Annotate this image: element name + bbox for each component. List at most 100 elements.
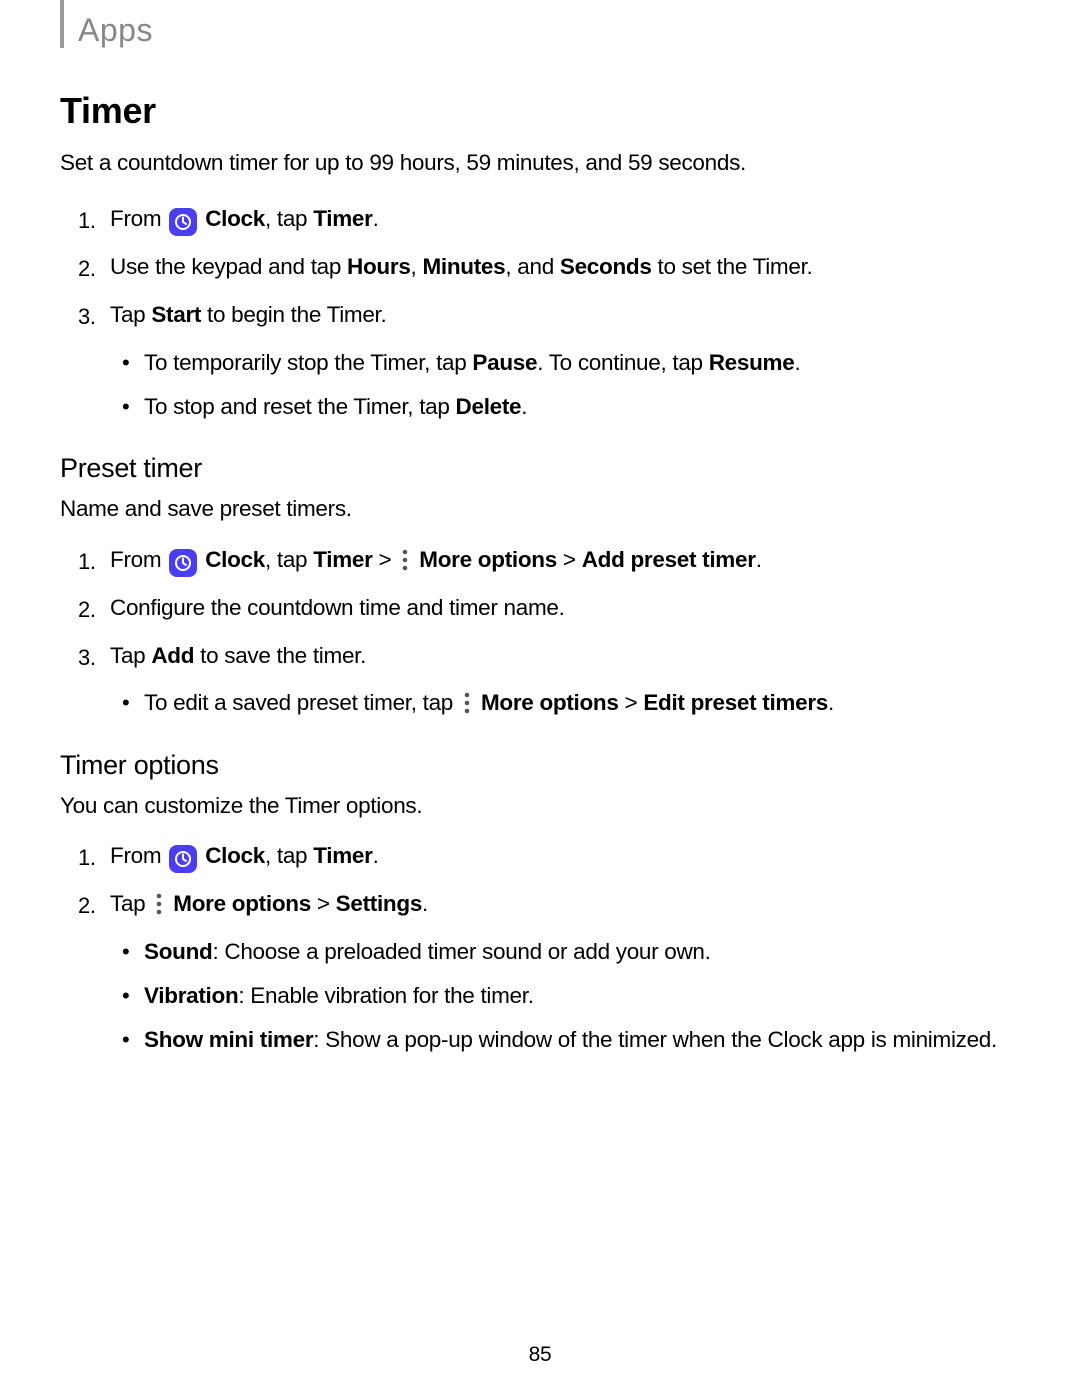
sound-label: Sound [144, 939, 212, 964]
timer-label: Timer [313, 206, 372, 231]
bullet-text: To temporarily stop the Timer, tap [144, 350, 472, 375]
step-number: 3. [78, 300, 96, 333]
step-text: Tap [110, 891, 151, 916]
options-step-1: 1. From Clock, tap Timer. [110, 839, 1020, 873]
step-text: > [311, 891, 336, 916]
section-intro: Set a countdown timer for up to 99 hours… [60, 148, 1020, 178]
add-preset-label: Add preset timer [582, 547, 756, 572]
start-label: Start [151, 302, 201, 327]
step-text: . [756, 547, 762, 572]
bullet-text: . [521, 394, 527, 419]
page-header: Apps [60, 0, 1020, 52]
preset-bullets: To edit a saved preset timer, tap More o… [110, 686, 1020, 720]
options-step-2: 2. Tap More options > Settings. Sound: C… [110, 887, 1020, 1056]
bullet-mini-timer: Show mini timer: Show a pop-up window of… [144, 1023, 1020, 1057]
more-options-icon [460, 690, 474, 716]
step-text: . [373, 206, 379, 231]
step-text: From [110, 843, 167, 868]
step-text: , tap [265, 206, 313, 231]
resume-label: Resume [709, 350, 795, 375]
step-text: > [557, 547, 582, 572]
options-bullets: Sound: Choose a preloaded timer sound or… [110, 935, 1020, 1056]
bullet-text: > [619, 690, 644, 715]
step-text: , tap [265, 843, 313, 868]
hours-label: Hours [347, 254, 411, 279]
more-options-label: More options [481, 690, 619, 715]
step-number: 2. [78, 889, 96, 922]
options-intro: You can customize the Timer options. [60, 791, 1020, 821]
document-page: Apps Timer Set a countdown timer for up … [0, 0, 1080, 1397]
bullet-pause: To temporarily stop the Timer, tap Pause… [144, 346, 1020, 380]
step-text: From [110, 547, 167, 572]
clock-label: Clock [205, 547, 265, 572]
header-divider [60, 0, 64, 48]
bullet-vibration: Vibration: Enable vibration for the time… [144, 979, 1020, 1013]
preset-step-2: 2. Configure the countdown time and time… [110, 591, 1020, 625]
options-steps: 1. From Clock, tap Timer. 2. Tap More op… [60, 839, 1020, 1056]
bullet-delete: To stop and reset the Timer, tap Delete. [144, 390, 1020, 424]
step-text: > [373, 547, 398, 572]
bullet-text: : Choose a preloaded timer sound or add … [212, 939, 710, 964]
preset-intro: Name and save preset timers. [60, 494, 1020, 524]
bullet-text: : Enable vibration for the timer. [238, 983, 533, 1008]
step-number: 3. [78, 641, 96, 674]
bullet-edit-preset: To edit a saved preset timer, tap More o… [144, 686, 1020, 720]
bullet-text: To stop and reset the Timer, tap [144, 394, 456, 419]
more-options-icon [152, 891, 166, 917]
seconds-label: Seconds [560, 254, 652, 279]
step-number: 2. [78, 252, 96, 285]
more-options-label: More options [173, 891, 311, 916]
step-3: 3. Tap Start to begin the Timer. To temp… [110, 298, 1020, 423]
subheading-timer-options: Timer options [60, 750, 1020, 781]
more-options-icon [398, 547, 412, 573]
timer-label: Timer [313, 547, 372, 572]
page-number: 85 [0, 1343, 1080, 1367]
timer-label: Timer [313, 843, 372, 868]
bullet-text: To edit a saved preset timer, tap [144, 690, 459, 715]
preset-steps: 1. From Clock, tap Timer > More options … [60, 543, 1020, 720]
header-title: Apps [78, 8, 153, 52]
clock-icon [169, 845, 197, 873]
step-text: to set the Timer. [652, 254, 813, 279]
bullet-text: . [828, 690, 834, 715]
timer-steps: 1. From Clock, tap Timer. 2. Use the key… [60, 202, 1020, 423]
edit-preset-label: Edit preset timers [643, 690, 828, 715]
step-text: From [110, 206, 167, 231]
step-3-bullets: To temporarily stop the Timer, tap Pause… [110, 346, 1020, 424]
step-2: 2. Use the keypad and tap Hours, Minutes… [110, 250, 1020, 284]
step-text: Use the keypad and tap [110, 254, 347, 279]
step-text: . [422, 891, 428, 916]
step-text: , and [505, 254, 560, 279]
clock-label: Clock [205, 843, 265, 868]
step-number: 1. [78, 841, 96, 874]
add-label: Add [151, 643, 194, 668]
vibration-label: Vibration [144, 983, 238, 1008]
step-text: Tap [110, 302, 151, 327]
minutes-label: Minutes [422, 254, 505, 279]
clock-label: Clock [205, 206, 265, 231]
step-text: to save the timer. [194, 643, 366, 668]
delete-label: Delete [456, 394, 522, 419]
bullet-text: . To continue, tap [537, 350, 709, 375]
step-number: 1. [78, 545, 96, 578]
step-number: 2. [78, 593, 96, 626]
bullet-text: : Show a pop-up window of the timer when… [313, 1027, 997, 1052]
step-text: Tap [110, 643, 151, 668]
step-text: Configure the countdown time and timer n… [110, 595, 565, 620]
step-text: to begin the Timer. [201, 302, 386, 327]
pause-label: Pause [472, 350, 537, 375]
subheading-preset-timer: Preset timer [60, 453, 1020, 484]
preset-step-1: 1. From Clock, tap Timer > More options … [110, 543, 1020, 577]
bullet-sound: Sound: Choose a preloaded timer sound or… [144, 935, 1020, 969]
section-title-timer: Timer [60, 90, 1020, 132]
bullet-text: . [794, 350, 800, 375]
clock-icon [169, 208, 197, 236]
clock-icon [169, 549, 197, 577]
more-options-label: More options [419, 547, 557, 572]
mini-timer-label: Show mini timer [144, 1027, 313, 1052]
step-number: 1. [78, 204, 96, 237]
step-text: , [411, 254, 423, 279]
settings-label: Settings [336, 891, 422, 916]
step-text: , tap [265, 547, 313, 572]
step-1: 1. From Clock, tap Timer. [110, 202, 1020, 236]
